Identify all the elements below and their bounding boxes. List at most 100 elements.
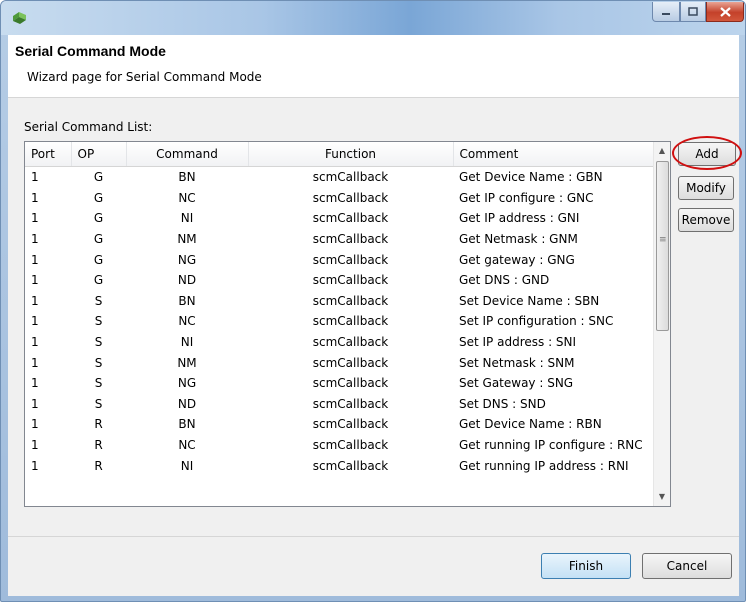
cell-function: scmCallback	[312, 417, 389, 432]
table-row[interactable]: 1 G NI scmCallback Get IP address : GNI	[25, 208, 659, 229]
table-row[interactable]: 1 G NG scmCallback Get gateway : GNG	[25, 249, 659, 270]
add-button-highlight-annotation	[672, 136, 742, 170]
minimize-icon	[662, 12, 670, 15]
cell-function: scmCallback	[312, 190, 389, 205]
cell-command: NG	[177, 376, 197, 391]
modify-button[interactable]: Modify	[678, 176, 734, 200]
table-row[interactable]: 1 S NI scmCallback Set IP address : SNI	[25, 332, 659, 353]
cell-port: 1	[31, 170, 39, 185]
cell-op: S	[94, 376, 103, 391]
cell-function: scmCallback	[312, 252, 389, 267]
cell-command: NM	[177, 355, 197, 370]
app-icon	[13, 12, 26, 24]
cell-command: BN	[178, 170, 196, 185]
cell-function: scmCallback	[312, 170, 389, 185]
cell-comment: Get IP address : GNI	[459, 211, 580, 226]
wizard-client-area: Serial Command Mode Wizard page for Seri…	[8, 35, 742, 596]
cell-function: scmCallback	[312, 293, 389, 308]
close-button[interactable]	[706, 2, 744, 22]
cell-port: 1	[31, 273, 39, 288]
column-header-command[interactable]: Command	[126, 142, 249, 167]
cell-comment: Set DNS : SND	[459, 396, 546, 411]
cell-command: NG	[177, 252, 197, 267]
scrollbar-thumb[interactable]: ≡	[656, 161, 669, 331]
table-row[interactable]: 1 R NI scmCallback Get running IP address : …	[25, 455, 659, 476]
cell-comment: Get running IP address : RNI	[459, 458, 629, 473]
cell-comment: Set IP configuration : SNC	[459, 314, 614, 329]
cell-command: ND	[177, 273, 197, 288]
column-header-port[interactable]: Port	[25, 142, 72, 167]
cell-op: G	[93, 170, 104, 185]
table-row[interactable]: 1 G NM scmCallback Get Netmask : GNM	[25, 229, 659, 250]
cell-op: G	[93, 252, 104, 267]
table-row[interactable]: 1 G ND scmCallback Get DNS : GND	[25, 270, 659, 291]
cell-function: scmCallback	[312, 438, 389, 453]
table-row[interactable]: 1 S NM scmCallback Set Netmask : SNM	[25, 352, 659, 373]
cell-port: 1	[31, 417, 39, 432]
wizard-header: Serial Command Mode Wizard page for Seri…	[8, 35, 739, 98]
table-row[interactable]: 1 G BN scmCallback Get Device Name : GBN	[25, 167, 659, 188]
minimize-button[interactable]	[652, 2, 680, 22]
cell-function: scmCallback	[312, 355, 389, 370]
cell-command: NC	[178, 190, 196, 205]
cell-function: scmCallback	[312, 273, 389, 288]
cell-comment: Get IP configure : GNC	[459, 190, 594, 205]
command-table-container: Port OP Command Function Comment 1 G BN scm…	[24, 141, 671, 507]
cell-op: G	[93, 211, 104, 226]
scroll-down-arrow-icon[interactable]: ▼	[654, 488, 670, 506]
cell-port: 1	[31, 458, 39, 473]
cell-op: S	[94, 335, 103, 350]
cell-function: scmCallback	[312, 232, 389, 247]
table-row[interactable]: 1 S ND scmCallback Set DNS : SND	[25, 394, 659, 415]
wizard-footer: Finish Cancel	[8, 536, 739, 596]
cell-command: NM	[177, 232, 197, 247]
wizard-body: Serial Command List: Port OP Command Fun…	[8, 98, 742, 536]
cell-command: ND	[177, 396, 197, 411]
table-row[interactable]: 1 R NC scmCallback Get running IP configure …	[25, 435, 659, 456]
cell-comment: Set Device Name : SBN	[459, 293, 600, 308]
cell-command: NI	[180, 211, 194, 226]
cell-port: 1	[31, 190, 39, 205]
table-row[interactable]: 1 G NC scmCallback Get IP configure : GNC	[25, 188, 659, 209]
command-list-label: Serial Command List:	[24, 120, 153, 134]
cell-op: R	[94, 458, 103, 473]
table-row[interactable]: 1 S NG scmCallback Set Gateway : SNG	[25, 373, 659, 394]
maximize-icon	[688, 7, 698, 16]
table-row[interactable]: 1 R BN scmCallback Get Device Name : RBN	[25, 414, 659, 435]
cell-function: scmCallback	[312, 335, 389, 350]
cell-op: R	[94, 417, 103, 432]
cell-port: 1	[31, 396, 39, 411]
wizard-window: Serial Command Mode Wizard page for Seri…	[0, 0, 746, 602]
cell-comment: Set Netmask : SNM	[459, 355, 575, 370]
cell-op: S	[94, 293, 103, 308]
column-header-function[interactable]: Function	[248, 142, 454, 167]
scroll-up-arrow-icon[interactable]: ▲	[654, 142, 670, 160]
table-row[interactable]: 1 S NC scmCallback Set IP configuration : SN…	[25, 311, 659, 332]
column-header-comment[interactable]: Comment	[453, 142, 660, 167]
cell-command: NI	[180, 458, 194, 473]
cell-op: G	[93, 232, 104, 247]
title-bar[interactable]	[1, 1, 745, 35]
table-row[interactable]: 1 S BN scmCallback Set Device Name : SBN	[25, 291, 659, 312]
cell-op: R	[94, 438, 103, 453]
remove-button[interactable]: Remove	[678, 208, 734, 232]
cell-comment: Get Device Name : GBN	[459, 170, 603, 185]
finish-button[interactable]: Finish	[541, 553, 631, 579]
column-header-op[interactable]: OP	[71, 142, 127, 167]
vertical-scrollbar[interactable]: ▲ ≡ ▼	[653, 142, 670, 506]
cell-function: scmCallback	[312, 376, 389, 391]
cell-command: BN	[178, 293, 196, 308]
command-table[interactable]: Port OP Command Function Comment 1 G BN scm…	[25, 142, 660, 476]
cell-op: G	[93, 273, 104, 288]
cancel-button[interactable]: Cancel	[642, 553, 732, 579]
cell-op: G	[93, 190, 104, 205]
cell-comment: Get gateway : GNG	[459, 252, 575, 267]
cell-port: 1	[31, 211, 39, 226]
cell-comment: Get Netmask : GNM	[459, 232, 578, 247]
cell-op: S	[94, 314, 103, 329]
page-title: Serial Command Mode	[15, 43, 166, 59]
cell-port: 1	[31, 438, 39, 453]
cell-port: 1	[31, 335, 39, 350]
maximize-button[interactable]	[680, 2, 706, 22]
grip-icon: ≡	[659, 235, 667, 245]
